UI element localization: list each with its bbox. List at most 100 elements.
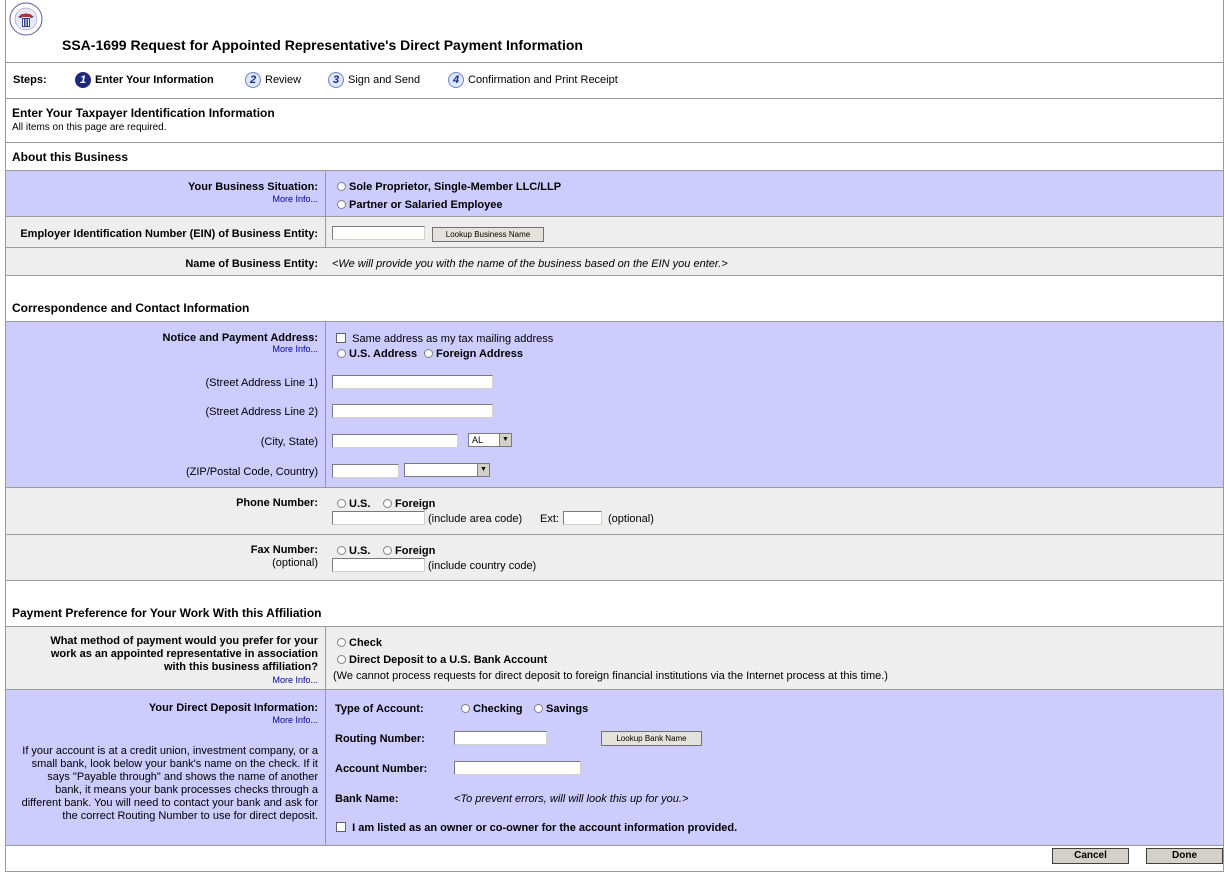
phone-hint: (include area code): [428, 513, 523, 525]
payment-more-info-link[interactable]: More Info...: [272, 675, 318, 685]
city-input[interactable]: [332, 434, 458, 448]
deposit-help-line-1: If your account is at a credit union, in…: [22, 745, 318, 757]
radio-savings[interactable]: Savings: [534, 703, 588, 715]
address-label: Notice and Payment Address:: [162, 332, 318, 344]
phone-input[interactable]: [332, 511, 425, 525]
checkbox-icon: [336, 822, 346, 832]
street2-input[interactable]: [332, 404, 493, 418]
ein-label: Employer Identification Number (EIN) of …: [20, 228, 318, 240]
country-select[interactable]: ▼: [404, 463, 490, 477]
radio-circle-icon: [337, 200, 346, 209]
street1-input[interactable]: [332, 375, 493, 389]
radio-foreign-address[interactable]: Foreign Address: [424, 348, 523, 360]
state-select[interactable]: AL ▼: [468, 433, 512, 447]
street1-label: (Street Address Line 1): [205, 377, 318, 389]
lookup-business-name-button[interactable]: Lookup Business Name: [432, 227, 544, 242]
section-about-business: About this Business: [12, 150, 129, 164]
radio-sole-proprietor[interactable]: Sole Proprietor, Single-Member LLC/LLP: [337, 181, 561, 193]
address-more-info-link[interactable]: More Info...: [272, 344, 318, 354]
page-heading: Enter Your Taxpayer Identification Infor…: [12, 106, 275, 120]
deposit-help-line-4: bank, it means your bank processes check…: [55, 784, 318, 796]
business-situation-label: Your Business Situation:: [188, 181, 318, 193]
step-3-label: Sign and Send: [348, 73, 421, 86]
radio-circle-icon: [337, 655, 346, 664]
deposit-label: Your Direct Deposit Information:: [148, 702, 318, 714]
radio-circle-icon: [383, 546, 392, 555]
cancel-button[interactable]: Cancel: [1052, 848, 1129, 864]
step-3[interactable]: 3 Sign and Send: [328, 72, 420, 88]
payment-question-line1: What method of payment would you prefer …: [50, 635, 318, 647]
radio-circle-icon: [337, 546, 346, 555]
zip-country-label: (ZIP/Postal Code, Country): [185, 466, 318, 478]
city-state-label: (City, State): [260, 436, 318, 448]
ein-input[interactable]: [332, 226, 425, 240]
radio-checking[interactable]: Checking: [461, 703, 523, 715]
radio-circle-icon: [337, 349, 346, 358]
fax-optional-label: (optional): [272, 557, 318, 569]
payment-question-line2: work as an appointed representative in a…: [50, 648, 318, 660]
business-name-label: Name of Business Entity:: [185, 258, 318, 270]
deposit-help-line-2: small bank, look below your bank's name …: [31, 758, 318, 770]
step-2[interactable]: 2 Review: [245, 72, 301, 88]
radio-fax-foreign[interactable]: Foreign: [383, 545, 435, 557]
radio-circle-icon: [534, 704, 543, 713]
zip-input[interactable]: [332, 464, 399, 478]
step-2-label: Review: [265, 73, 302, 86]
chevron-down-icon: ▼: [477, 464, 489, 476]
account-owner-checkbox[interactable]: I am listed as an owner or co-owner for …: [336, 822, 737, 834]
radio-circle-icon: [383, 499, 392, 508]
section-payment-preference: Payment Preference for Your Work With th…: [12, 606, 322, 620]
steps-label: Steps:: [13, 74, 47, 86]
radio-circle-icon: [337, 499, 346, 508]
fax-input[interactable]: [332, 558, 425, 572]
bank-name-hint: <To prevent errors, will will look this …: [454, 793, 689, 805]
radio-us-address[interactable]: U.S. Address: [337, 348, 417, 360]
radio-check[interactable]: Check: [337, 637, 382, 649]
chevron-down-icon: ▼: [499, 434, 511, 446]
ext-optional-label: (optional): [608, 513, 654, 525]
street2-label: (Street Address Line 2): [205, 406, 318, 418]
bank-name-label: Bank Name:: [335, 793, 399, 805]
step-3-number: 3: [328, 72, 344, 88]
routing-number-label: Routing Number:: [335, 733, 425, 745]
radio-phone-us[interactable]: U.S.: [337, 498, 370, 510]
step-1[interactable]: 1 Enter Your Information: [75, 72, 214, 88]
fax-hint: (include country code): [428, 560, 537, 572]
step-4-label: Confirmation and Print Receipt: [468, 73, 618, 86]
ssa-seal-logo: [9, 2, 43, 36]
lookup-bank-name-button[interactable]: Lookup Bank Name: [601, 731, 702, 746]
payment-question-line3: with this business affiliation?: [163, 661, 318, 673]
radio-fax-us[interactable]: U.S.: [337, 545, 370, 557]
account-type-label: Type of Account:: [335, 703, 424, 715]
radio-circle-icon: [461, 704, 470, 713]
routing-number-input[interactable]: [454, 731, 547, 745]
ext-input[interactable]: [563, 511, 602, 525]
business-more-info-link[interactable]: More Info...: [272, 194, 318, 204]
ext-label: Ext:: [540, 513, 559, 525]
payment-note: (We cannot process requests for direct d…: [333, 670, 888, 682]
phone-label: Phone Number:: [236, 497, 318, 509]
account-number-input[interactable]: [454, 761, 581, 775]
radio-circle-icon: [337, 182, 346, 191]
step-1-number: 1: [75, 72, 91, 88]
deposit-help-line-5: different bank. You will need to contact…: [21, 797, 318, 809]
step-2-number: 2: [245, 72, 261, 88]
radio-phone-foreign[interactable]: Foreign: [383, 498, 435, 510]
page-title: SSA-1699 Request for Appointed Represent…: [62, 37, 583, 53]
section-correspondence: Correspondence and Contact Information: [12, 301, 250, 315]
page-subheading: All items on this page are required.: [12, 122, 167, 133]
fax-label: Fax Number:: [250, 544, 318, 556]
same-address-checkbox[interactable]: Same address as my tax mailing address: [336, 333, 553, 345]
radio-circle-icon: [424, 349, 433, 358]
done-button[interactable]: Done: [1146, 848, 1223, 864]
step-1-label: Enter Your Information: [95, 73, 214, 86]
radio-partner[interactable]: Partner or Salaried Employee: [337, 199, 502, 211]
step-4-number: 4: [448, 72, 464, 88]
radio-circle-icon: [337, 638, 346, 647]
radio-direct-deposit[interactable]: Direct Deposit to a U.S. Bank Account: [337, 654, 547, 666]
deposit-more-info-link[interactable]: More Info...: [272, 715, 318, 725]
account-number-label: Account Number:: [335, 763, 428, 775]
checkbox-icon: [336, 333, 346, 343]
step-4[interactable]: 4 Confirmation and Print Receipt: [448, 72, 618, 88]
deposit-help-line-6: the correct Routing Number to use for di…: [62, 810, 318, 822]
